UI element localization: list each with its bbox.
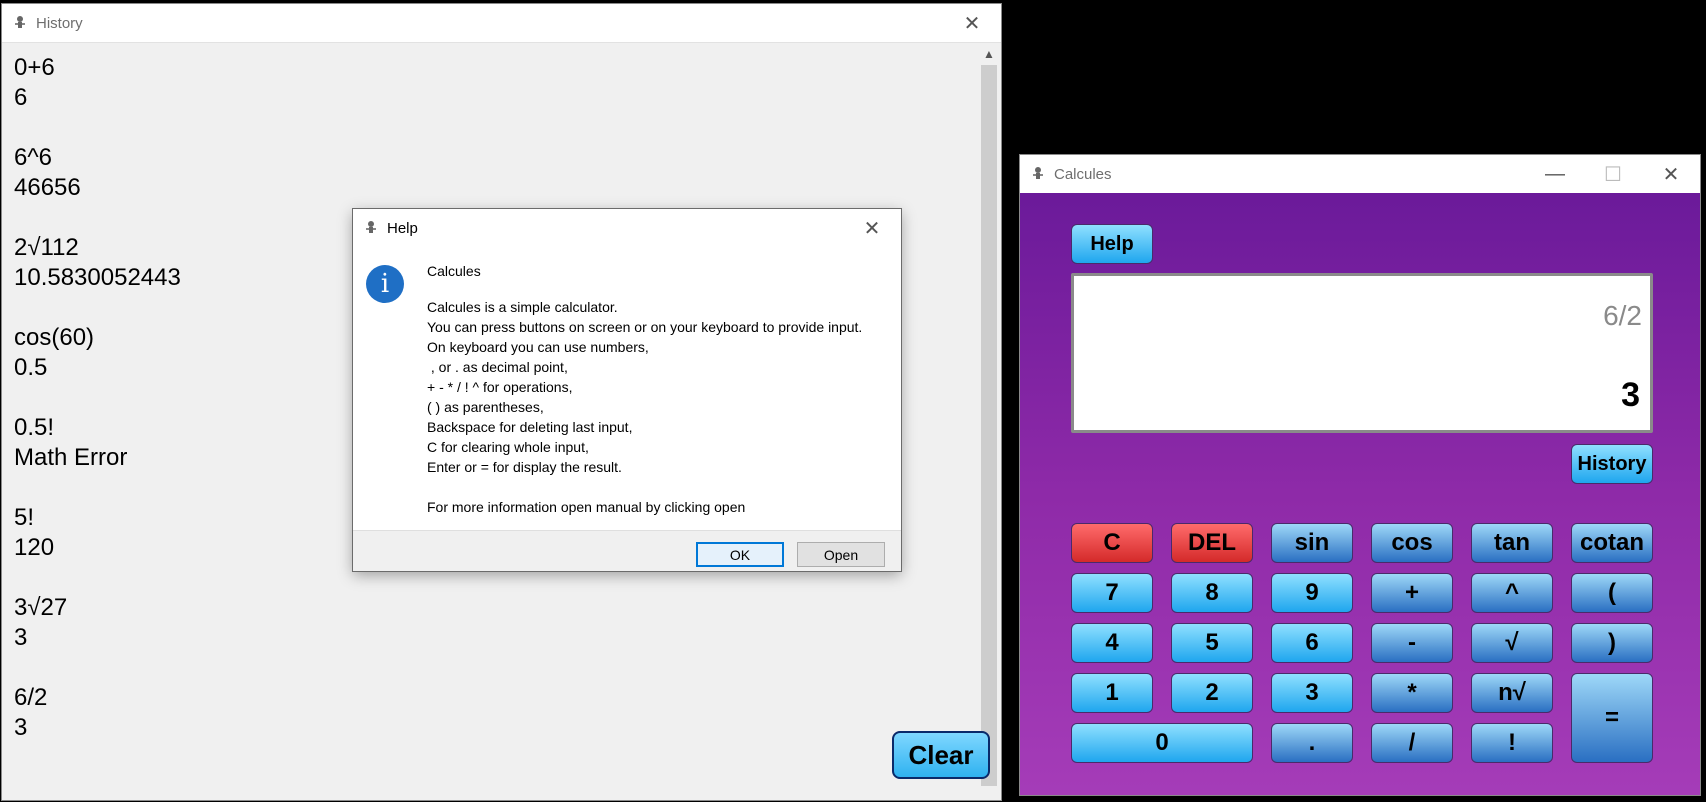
maximize-icon[interactable]: ☐ [1584,155,1642,193]
digit-3-key[interactable]: 3 [1271,673,1353,713]
help-footer: OK Open [353,530,901,571]
digit-6-key[interactable]: 6 [1271,623,1353,663]
digit-1-key[interactable]: 1 [1071,673,1153,713]
info-icon: i [366,265,404,303]
help-titlebar[interactable]: Help ✕ [353,209,901,247]
open-button[interactable]: Open [797,542,885,567]
clear-button[interactable]: Clear [892,731,990,779]
nth-root-key[interactable]: n√ [1471,673,1553,713]
cos-key[interactable]: cos [1371,523,1453,563]
history-titlebar[interactable]: History ✕ [2,4,1001,43]
digit-9-key[interactable]: 9 [1271,573,1353,613]
digit-8-key[interactable]: 8 [1171,573,1253,613]
digit-2-key[interactable]: 2 [1171,673,1253,713]
calculator-display: 6/2 3 [1071,273,1653,433]
minus-key[interactable]: - [1371,623,1453,663]
close-icon[interactable]: ✕ [1642,155,1700,193]
scroll-up-arrow-icon[interactable]: ▲ [979,44,999,64]
calculator-titlebar[interactable]: Calcules — ☐ ✕ [1020,155,1700,194]
open-paren-key[interactable]: ( [1571,573,1653,613]
decimal-key[interactable]: . [1271,723,1353,763]
tan-key[interactable]: tan [1471,523,1553,563]
minimize-icon[interactable]: — [1526,155,1584,193]
help-button[interactable]: Help [1071,224,1153,264]
calculator-body: Help 6/2 3 History C DEL sin cos tan cot… [1020,193,1700,795]
cotan-key[interactable]: cotan [1571,523,1653,563]
digit-0-key[interactable]: 0 [1071,723,1253,763]
divide-key[interactable]: / [1371,723,1453,763]
help-body: i Calcules Calcules is a simple calculat… [353,247,901,530]
delete-key[interactable]: DEL [1171,523,1253,563]
scrollbar-thumb[interactable] [981,65,997,786]
factorial-key[interactable]: ! [1471,723,1553,763]
digit-5-key[interactable]: 5 [1171,623,1253,663]
close-icon[interactable]: ✕ [843,209,901,247]
vertical-scrollbar[interactable]: ▲ [979,44,999,794]
equals-key[interactable]: = [1571,673,1653,763]
help-dialog: Help ✕ i Calcules Calcules is a simple c… [353,209,901,571]
clear-key[interactable]: C [1071,523,1153,563]
history-button[interactable]: History [1571,444,1653,484]
ok-button[interactable]: OK [696,542,784,567]
display-expression: 6/2 [1603,300,1642,331]
power-key[interactable]: ^ [1471,573,1553,613]
window-title: Calcules [1054,166,1112,183]
display-result: 3 [1621,376,1640,414]
digit-7-key[interactable]: 7 [1071,573,1153,613]
dialog-title: Help [387,220,418,237]
multiply-key[interactable]: * [1371,673,1453,713]
sqrt-key[interactable]: √ [1471,623,1553,663]
window-title: History [36,15,83,32]
help-heading: Calcules [427,263,481,279]
help-message: Calcules is a simple calculator. You can… [427,299,863,515]
plus-key[interactable]: + [1371,573,1453,613]
sin-key[interactable]: sin [1271,523,1353,563]
close-icon[interactable]: ✕ [943,4,1001,42]
calculator-window: Calcules — ☐ ✕ Help 6/2 3 History C DEL … [1020,155,1700,795]
digit-4-key[interactable]: 4 [1071,623,1153,663]
app-icon [1033,167,1043,179]
app-icon [15,16,25,28]
app-icon [366,221,376,233]
close-paren-key[interactable]: ) [1571,623,1653,663]
